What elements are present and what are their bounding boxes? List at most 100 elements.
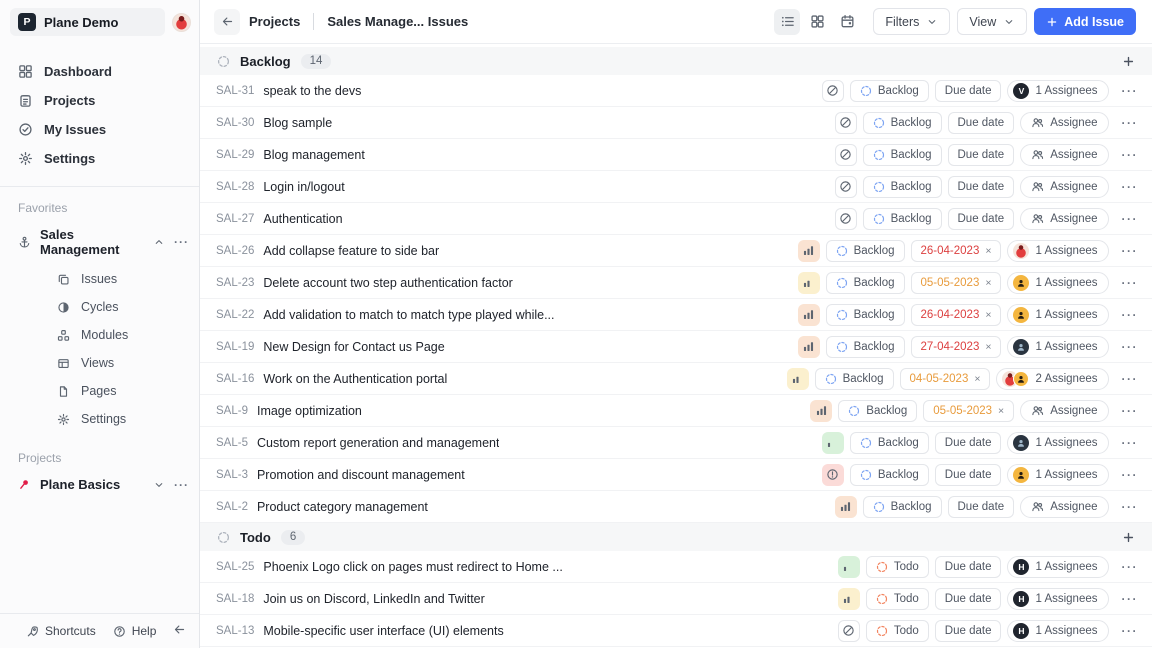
assignee-chip[interactable]: Assignee — [1020, 175, 1109, 198]
row-menu-button[interactable]: ··· — [1122, 276, 1139, 290]
issue-row[interactable]: SAL-9 Image optimization Backlog 05-05-2… — [200, 395, 1152, 427]
calendar-view-button[interactable] — [834, 9, 860, 35]
assignee-chip[interactable]: 1 Assignees — [1007, 335, 1109, 358]
row-menu-button[interactable]: ··· — [1122, 84, 1139, 98]
assignee-chip[interactable]: Assignee — [1020, 143, 1109, 166]
issue-row[interactable]: SAL-23 Delete account two step authentic… — [200, 267, 1152, 299]
issue-row[interactable]: SAL-22 Add validation to match to match … — [200, 299, 1152, 331]
due-date-chip[interactable]: Due date — [934, 555, 1002, 578]
due-date-chip[interactable]: Due date — [947, 207, 1015, 230]
issue-row[interactable]: SAL-26 Add collapse feature to side bar … — [200, 235, 1152, 267]
assignee-chip[interactable]: 2 Assignees — [996, 367, 1109, 390]
due-date-chip[interactable]: Due date — [934, 587, 1002, 610]
row-menu-button[interactable]: ··· — [1122, 148, 1139, 162]
state-chip[interactable]: Todo — [865, 587, 929, 610]
state-chip[interactable]: Backlog — [825, 303, 905, 326]
issue-row[interactable]: SAL-27 Authentication Backlog Due date A… — [200, 203, 1152, 235]
due-date-chip[interactable]: Due date — [947, 143, 1015, 166]
issue-row[interactable]: SAL-19 New Design for Contact us Page Ba… — [200, 331, 1152, 363]
priority-chip[interactable] — [834, 143, 857, 166]
issue-row[interactable]: SAL-13 Mobile-specific user interface (U… — [200, 615, 1152, 647]
assignee-chip[interactable]: V 1 Assignees — [1007, 79, 1109, 102]
sidebar-item-dashboard[interactable]: Dashboard — [10, 58, 189, 85]
issue-row[interactable]: SAL-29 Blog management Backlog Due date … — [200, 139, 1152, 171]
state-chip[interactable]: Backlog — [849, 79, 929, 102]
state-chip[interactable]: Backlog — [862, 495, 942, 518]
help-button[interactable]: Help — [113, 624, 156, 638]
row-menu-button[interactable]: ··· — [1122, 244, 1139, 258]
subnav-item-views[interactable]: Views — [0, 349, 199, 377]
priority-chip[interactable] — [821, 431, 844, 454]
priority-chip[interactable] — [797, 271, 820, 294]
subnav-item-modules[interactable]: Modules — [0, 321, 199, 349]
project-menu-button[interactable]: ··· — [174, 479, 189, 491]
priority-chip[interactable] — [786, 367, 809, 390]
priority-chip[interactable] — [810, 399, 833, 422]
assignee-chip[interactable]: Assignee — [1020, 207, 1109, 230]
assignee-chip[interactable]: 1 Assignees — [1007, 431, 1109, 454]
assignee-chip[interactable]: 1 Assignees — [1007, 271, 1109, 294]
due-date-chip[interactable]: Due date — [934, 431, 1002, 454]
due-date-chip[interactable]: Due date — [934, 463, 1002, 486]
filters-dropdown[interactable]: Filters — [873, 8, 951, 35]
project-plane-basics[interactable]: Plane Basics ··· — [0, 471, 199, 498]
issue-row[interactable]: SAL-16 Work on the Authentication portal… — [200, 363, 1152, 395]
state-chip[interactable]: Backlog — [849, 463, 929, 486]
due-date-chip[interactable]: 05-05-2023 × — [910, 271, 1002, 294]
kanban-view-button[interactable] — [804, 9, 830, 35]
state-chip[interactable]: Backlog — [825, 271, 905, 294]
priority-chip[interactable] — [837, 555, 860, 578]
row-menu-button[interactable]: ··· — [1122, 500, 1139, 514]
row-menu-button[interactable]: ··· — [1122, 560, 1139, 574]
priority-chip[interactable] — [821, 79, 844, 102]
clear-date-icon[interactable]: × — [998, 405, 1004, 417]
clear-date-icon[interactable]: × — [974, 373, 980, 385]
issue-row[interactable]: SAL-3 Promotion and discount management … — [200, 459, 1152, 491]
sidebar-item-my-issues[interactable]: My Issues — [10, 116, 189, 143]
sidebar-item-settings[interactable]: Settings — [10, 145, 189, 172]
due-date-chip[interactable]: Due date — [947, 495, 1015, 518]
sidebar-item-projects[interactable]: Projects — [10, 87, 189, 114]
state-chip[interactable]: Backlog — [862, 207, 942, 230]
assignee-chip[interactable]: Assignee — [1020, 111, 1109, 134]
due-date-chip[interactable]: 05-05-2023 × — [923, 399, 1015, 422]
priority-chip[interactable] — [837, 587, 860, 610]
priority-chip[interactable] — [837, 619, 860, 642]
row-menu-button[interactable]: ··· — [1122, 340, 1139, 354]
assignee-chip[interactable]: H 1 Assignees — [1007, 555, 1109, 578]
state-chip[interactable]: Backlog — [838, 399, 918, 422]
assignee-chip[interactable]: 1 Assignees — [1007, 463, 1109, 486]
priority-chip[interactable] — [797, 239, 820, 262]
state-chip[interactable]: Backlog — [825, 239, 905, 262]
due-date-chip[interactable]: 04-05-2023 × — [899, 367, 991, 390]
assignee-chip[interactable]: Assignee — [1020, 399, 1109, 422]
clear-date-icon[interactable]: × — [985, 277, 991, 289]
row-menu-button[interactable]: ··· — [1122, 308, 1139, 322]
add-issue-to-group-button[interactable] — [1122, 55, 1135, 68]
row-menu-button[interactable]: ··· — [1122, 180, 1139, 194]
priority-chip[interactable] — [821, 463, 844, 486]
priority-chip[interactable] — [797, 303, 820, 326]
state-chip[interactable]: Todo — [865, 619, 929, 642]
row-menu-button[interactable]: ··· — [1122, 624, 1139, 638]
assignee-chip[interactable]: 1 Assignees — [1007, 239, 1109, 262]
priority-chip[interactable] — [834, 175, 857, 198]
shortcuts-button[interactable]: Shortcuts — [26, 624, 96, 638]
priority-chip[interactable] — [797, 335, 820, 358]
clear-date-icon[interactable]: × — [985, 309, 991, 321]
state-chip[interactable]: Backlog — [814, 367, 894, 390]
row-menu-button[interactable]: ··· — [1122, 116, 1139, 130]
assignee-chip[interactable]: Assignee — [1020, 495, 1109, 518]
issue-row[interactable]: SAL-18 Join us on Discord, LinkedIn and … — [200, 583, 1152, 615]
due-date-chip[interactable]: 26-04-2023 × — [910, 239, 1002, 262]
view-dropdown[interactable]: View — [957, 8, 1028, 35]
chevron-down-icon[interactable] — [153, 479, 165, 491]
add-issue-button[interactable]: Add Issue — [1034, 8, 1136, 35]
assignee-chip[interactable]: H 1 Assignees — [1007, 619, 1109, 642]
breadcrumb-current[interactable]: Sales Manage... Issues — [327, 14, 468, 29]
due-date-chip[interactable]: 27-04-2023 × — [910, 335, 1002, 358]
row-menu-button[interactable]: ··· — [1122, 468, 1139, 482]
chevron-up-icon[interactable] — [153, 236, 165, 248]
project-menu-button[interactable]: ··· — [174, 236, 189, 248]
due-date-chip[interactable]: Due date — [934, 79, 1002, 102]
